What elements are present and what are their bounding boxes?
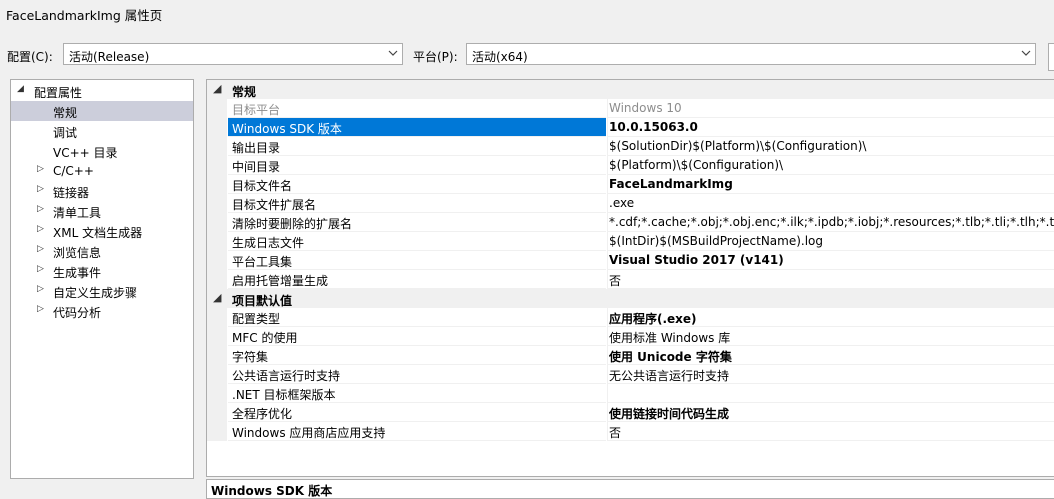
- collapsed-triangle-icon[interactable]: ▷: [37, 244, 44, 254]
- property-row-use-of-mfc[interactable]: MFC 的使用 使用标准 Windows 库: [207, 327, 1054, 346]
- property-row-output-directory[interactable]: 输出目录 $(SolutionDir)$(Platform)\$(Configu…: [207, 137, 1054, 156]
- platform-dropdown[interactable]: 活动(x64): [466, 43, 1036, 65]
- property-value: 无公共语言运行时支持: [609, 369, 730, 383]
- tree-item-xml-doc-generator[interactable]: ▷ XML 文档生成器: [11, 221, 193, 241]
- property-row-extensions-to-delete[interactable]: 清除时要删除的扩展名 *.cdf;*.cache;*.obj;*.obj.enc…: [207, 213, 1054, 232]
- collapsed-triangle-icon[interactable]: ▷: [37, 184, 44, 194]
- property-name: 字符集: [232, 350, 269, 364]
- property-row-windows-store-app-support[interactable]: Windows 应用商店应用支持 否: [207, 422, 1054, 441]
- property-row-target-name[interactable]: 目标文件名 FaceLandmarkImg: [207, 175, 1054, 194]
- property-row-target-extension[interactable]: 目标文件扩展名 .exe: [207, 194, 1054, 213]
- property-name: 目标平台: [232, 103, 281, 117]
- tree-item-cpp[interactable]: ▷ C/C++: [11, 161, 193, 181]
- property-value: $(Platform)\$(Configuration)\: [609, 158, 784, 172]
- expanded-triangle-icon[interactable]: ◢: [17, 84, 24, 94]
- tree-item-manifest-tool[interactable]: ▷ 清单工具: [11, 201, 193, 221]
- property-name: 输出目录: [232, 141, 281, 155]
- config-dropdown[interactable]: 活动(Release): [63, 43, 403, 65]
- chevron-down-icon: [1021, 46, 1031, 63]
- platform-label: 平台(P):: [413, 50, 458, 64]
- property-value: 否: [609, 274, 622, 288]
- property-row-intermediate-directory[interactable]: 中间目录 $(Platform)\$(Configuration)\: [207, 156, 1054, 175]
- property-row-platform-toolset[interactable]: 平台工具集 Visual Studio 2017 (v141): [207, 251, 1054, 270]
- property-value: 使用 Unicode 字符集: [609, 350, 732, 364]
- property-value: 10.0.15063.0: [609, 120, 698, 134]
- property-name: 全程序优化: [232, 407, 293, 421]
- property-name: 平台工具集: [232, 255, 293, 269]
- property-name: 生成日志文件: [232, 236, 305, 250]
- property-name: 目标文件名: [232, 179, 293, 193]
- config-value: 活动(Release): [69, 50, 150, 64]
- property-name: 配置类型: [232, 312, 281, 326]
- property-row-whole-program-optimization[interactable]: 全程序优化 使用链接时间代码生成: [207, 403, 1054, 422]
- tree-item-browse-info[interactable]: ▷ 浏览信息: [11, 241, 193, 261]
- property-value: *.cdf;*.cache;*.obj;*.obj.enc;*.ilk;*.ip…: [609, 215, 1054, 229]
- platform-value: 活动(x64): [472, 50, 528, 64]
- property-name: 公共语言运行时支持: [232, 369, 341, 383]
- property-name: 清除时要删除的扩展名: [232, 217, 353, 231]
- tree-item-general[interactable]: 常规: [11, 101, 193, 121]
- property-value: 应用程序(.exe): [609, 312, 697, 326]
- tree-item-debugging[interactable]: 调试: [11, 121, 193, 141]
- config-label: 配置(C):: [7, 50, 53, 64]
- property-value: .exe: [609, 196, 635, 210]
- property-value: 使用链接时间代码生成: [609, 407, 730, 421]
- collapsed-triangle-icon[interactable]: ▷: [37, 304, 44, 314]
- property-name: MFC 的使用: [232, 331, 298, 345]
- property-grid[interactable]: ◢ 常规 目标平台 Windows 10 Windows SDK 版本 10.0…: [206, 79, 1054, 477]
- property-row-net-target-framework[interactable]: .NET 目标框架版本: [207, 384, 1054, 403]
- property-name: Windows SDK 版本: [232, 122, 342, 136]
- property-row-build-log-file[interactable]: 生成日志文件 $(IntDir)$(MSBuildProjectName).lo…: [207, 232, 1054, 251]
- property-tree[interactable]: ◢ 配置属性 常规 调试 VC++ 目录 ▷ C/C++ ▷ 链接器 ▷ 清单工…: [10, 79, 194, 479]
- property-name: Windows 应用商店应用支持: [232, 426, 386, 440]
- window-title: FaceLandmarkImg 属性页: [6, 8, 163, 23]
- tree-item-vc-directories[interactable]: VC++ 目录: [11, 141, 193, 161]
- property-row-configuration-type[interactable]: 配置类型 应用程序(.exe): [207, 308, 1054, 327]
- property-value: FaceLandmarkImg: [609, 177, 733, 191]
- property-name: .NET 目标框架版本: [232, 388, 336, 402]
- property-value: 否: [609, 426, 622, 440]
- expanded-triangle-icon[interactable]: ◢: [213, 291, 221, 304]
- description-panel: Windows SDK 版本: [206, 479, 1054, 499]
- tree-item-code-analysis[interactable]: ▷ 代码分析: [11, 301, 193, 321]
- property-name: 中间目录: [232, 160, 281, 174]
- property-row-managed-incremental-build[interactable]: 启用托管增量生成 否: [207, 270, 1054, 289]
- description-title: Windows SDK 版本: [211, 484, 333, 498]
- property-row-target-platform[interactable]: 目标平台 Windows 10: [207, 99, 1054, 118]
- collapsed-triangle-icon[interactable]: ▷: [37, 164, 44, 174]
- expanded-triangle-icon[interactable]: ◢: [213, 82, 221, 95]
- tree-item-custom-build-step[interactable]: ▷ 自定义生成步骤: [11, 281, 193, 301]
- tree-root-config-properties[interactable]: ◢ 配置属性: [11, 81, 193, 101]
- property-name: 目标文件扩展名: [232, 198, 317, 212]
- property-value: $(SolutionDir)$(Platform)\$(Configuratio…: [609, 139, 867, 153]
- config-manager-button[interactable]: [1048, 43, 1054, 71]
- collapsed-triangle-icon[interactable]: ▷: [37, 264, 44, 274]
- collapsed-triangle-icon[interactable]: ▷: [37, 204, 44, 214]
- property-value: Windows 10: [609, 101, 682, 115]
- collapsed-triangle-icon[interactable]: ▷: [37, 224, 44, 234]
- property-value: Visual Studio 2017 (v141): [609, 253, 784, 267]
- tree-item-linker[interactable]: ▷ 链接器: [11, 181, 193, 201]
- property-row-clr-support[interactable]: 公共语言运行时支持 无公共语言运行时支持: [207, 365, 1054, 384]
- category-general[interactable]: ◢ 常规: [207, 80, 1054, 99]
- chevron-down-icon: [388, 46, 398, 63]
- config-bar: 配置(C): 活动(Release) 平台(P): 活动(x64): [0, 43, 1054, 69]
- property-value: $(IntDir)$(MSBuildProjectName).log: [609, 234, 824, 248]
- category-project-defaults[interactable]: ◢ 项目默认值: [207, 289, 1054, 308]
- collapsed-triangle-icon[interactable]: ▷: [37, 284, 44, 294]
- tree-item-build-events[interactable]: ▷ 生成事件: [11, 261, 193, 281]
- property-row-windows-sdk-version[interactable]: Windows SDK 版本 10.0.15063.0: [207, 118, 1054, 137]
- property-value: 使用标准 Windows 库: [609, 331, 731, 345]
- property-name: 启用托管增量生成: [232, 274, 329, 288]
- property-row-character-set[interactable]: 字符集 使用 Unicode 字符集: [207, 346, 1054, 365]
